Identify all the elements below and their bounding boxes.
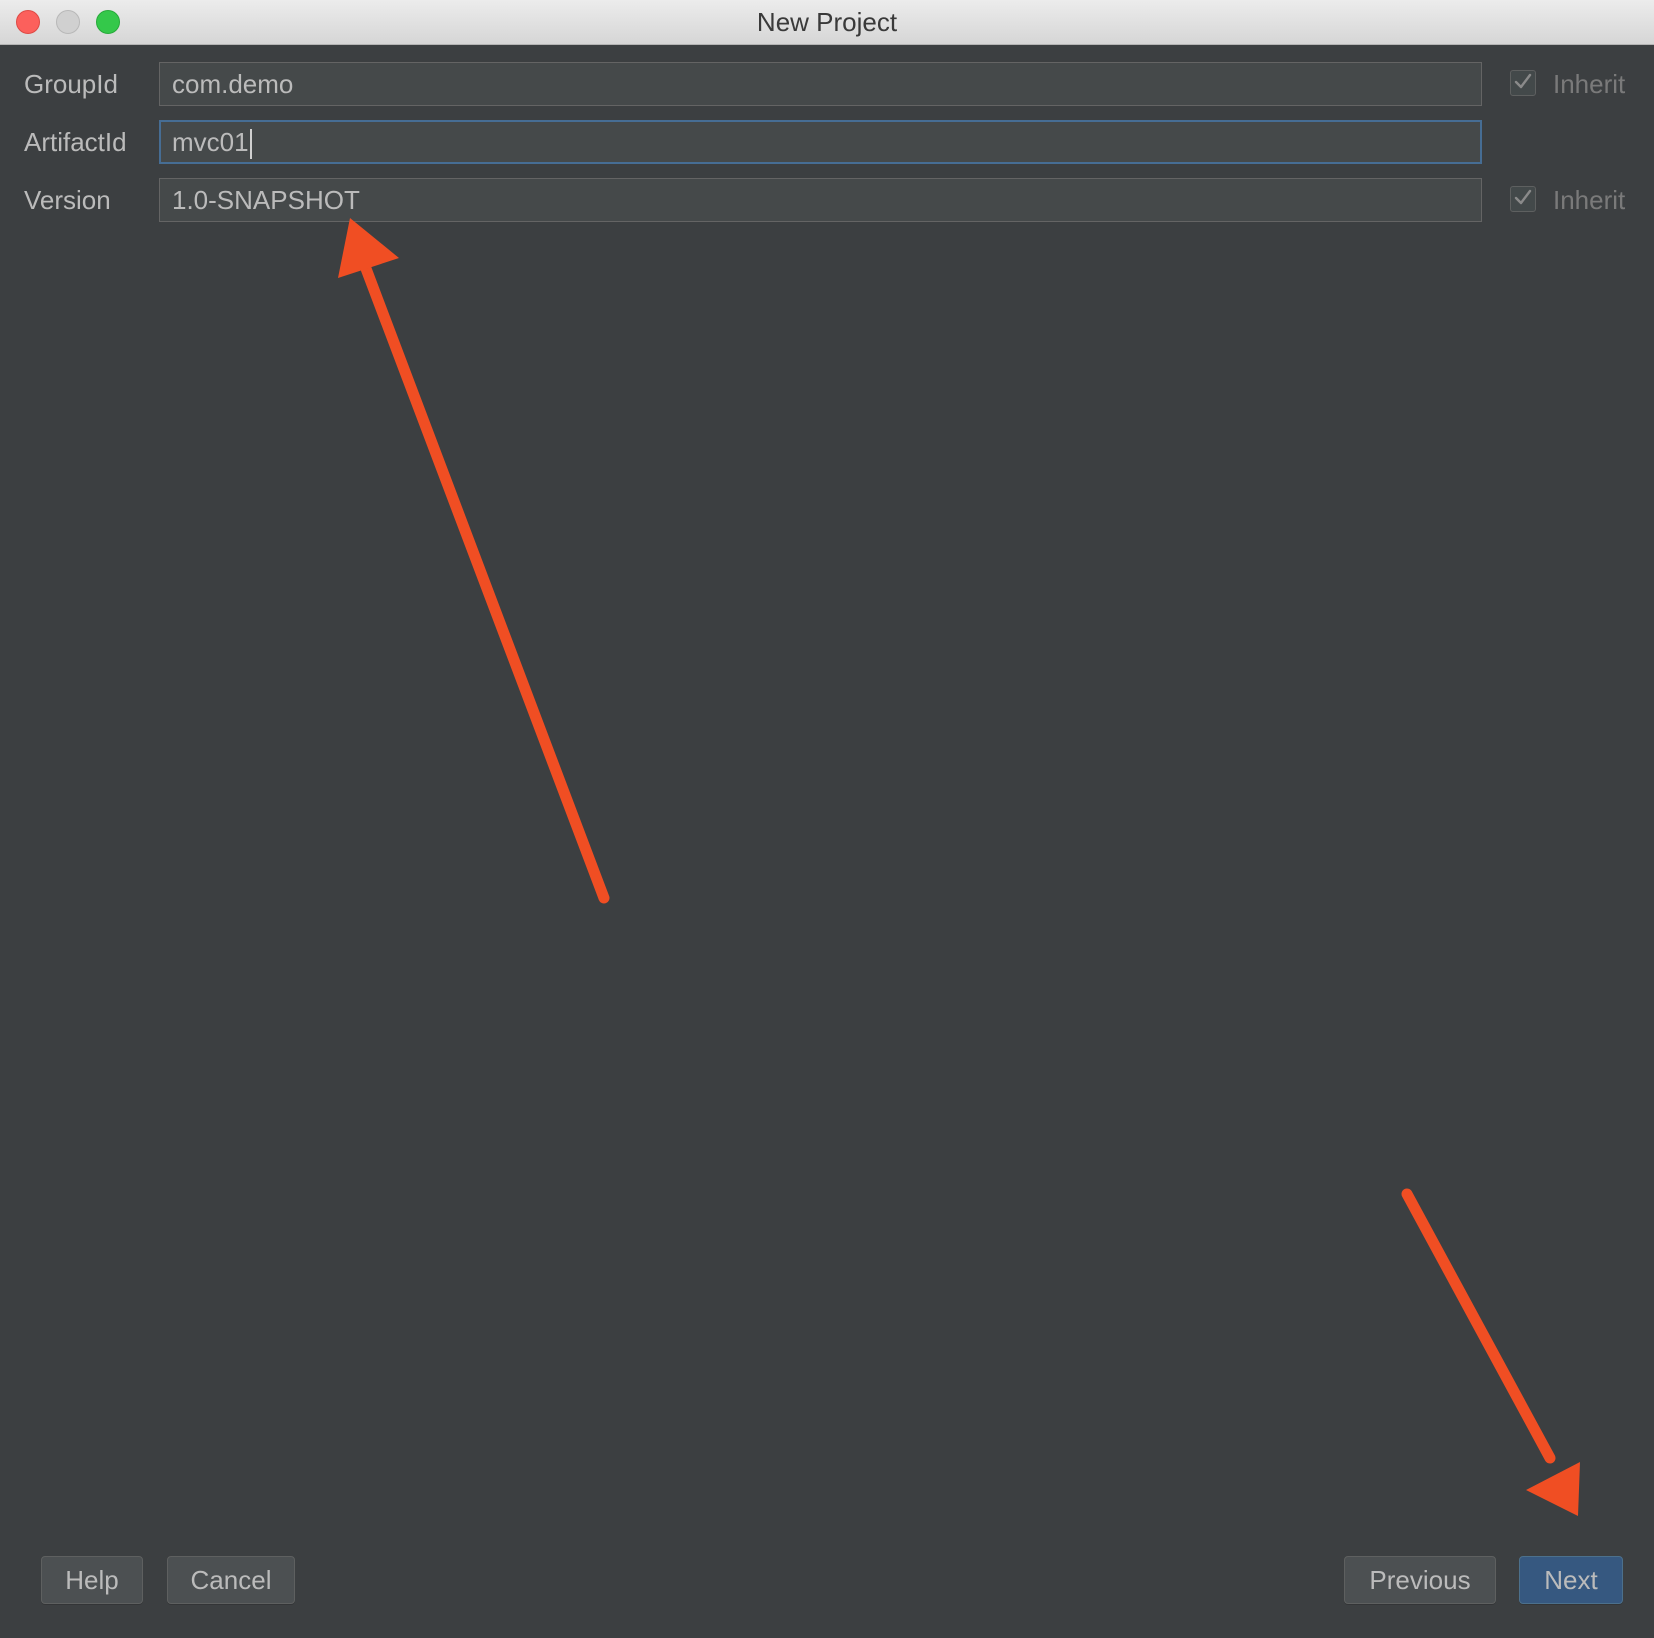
- artifactid-label: ArtifactId: [24, 127, 127, 157]
- window-title: New Project: [756, 7, 898, 37]
- text-caret: [249, 129, 252, 160]
- cancel-button[interactable]: Cancel: [167, 1556, 295, 1604]
- checkbox-box[interactable]: [1510, 70, 1536, 96]
- new-project-window: New Project GroupId com.demo Inherit Art…: [0, 0, 1654, 1638]
- groupid-value: com.demo: [172, 69, 294, 99]
- help-button[interactable]: Help: [41, 1556, 143, 1604]
- annotation-arrow-version: [338, 218, 610, 904]
- inherit-label: Inherit: [1553, 185, 1626, 215]
- artifactid-value: mvc01: [172, 127, 249, 157]
- annotation-overlay: [338, 218, 1580, 1516]
- checkbox-box[interactable]: [1510, 186, 1536, 212]
- groupid-label: GroupId: [24, 69, 118, 99]
- previous-button[interactable]: Previous: [1344, 1556, 1496, 1604]
- version-value: 1.0-SNAPSHOT: [172, 185, 360, 215]
- groupid-field[interactable]: com.demo: [159, 62, 1482, 106]
- inherit-label: Inherit: [1553, 69, 1626, 99]
- next-button[interactable]: Next: [1519, 1556, 1623, 1604]
- annotation-arrow-next: [1401, 1188, 1580, 1516]
- title-bar[interactable]: New Project: [0, 0, 1654, 45]
- version-label: Version: [24, 185, 111, 215]
- artifactid-field[interactable]: mvc01: [159, 120, 1482, 164]
- checkmark-icon: [1514, 189, 1532, 205]
- version-field[interactable]: 1.0-SNAPSHOT: [159, 178, 1482, 222]
- checkmark-icon: [1514, 73, 1532, 89]
